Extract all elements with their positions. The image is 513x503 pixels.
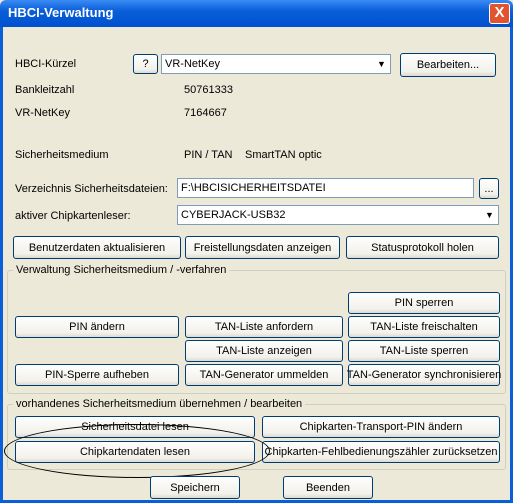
window-title: HBCI-Verwaltung	[8, 5, 114, 20]
tan-request-button[interactable]: TAN-Liste anfordern	[185, 316, 343, 338]
medium-value: PIN / TAN	[184, 149, 233, 161]
highlight-ellipse	[4, 424, 270, 478]
reader-selected-value: CYBERJACK-USB32	[181, 209, 286, 221]
chevron-down-icon[interactable]: ▼	[374, 56, 389, 72]
reader-label: aktiver Chipkartenleser:	[15, 210, 131, 222]
netkey-value: 7164667	[184, 107, 227, 119]
tan-show-button[interactable]: TAN-Liste anzeigen	[185, 340, 343, 362]
dir-label: Verzeichnis Sicherheitsdateien:	[15, 183, 168, 195]
reader-select[interactable]: CYBERJACK-USB32 ▼	[177, 205, 499, 225]
tan-lock-button[interactable]: TAN-Liste sperren	[348, 340, 500, 362]
netkey-label: VR-NetKey	[15, 107, 71, 119]
hbci-select[interactable]: VR-NetKey ▼	[161, 54, 391, 74]
group-existing-medium-title: vorhandenes Sicherheitsmedium übernehmen…	[13, 398, 306, 410]
reset-error-counter-button[interactable]: Chipkarten-Fehlbedienungszähler zurückse…	[262, 441, 500, 463]
blz-value: 50761333	[184, 84, 233, 96]
fetch-status-button[interactable]: Statusprotokoll holen	[346, 236, 499, 259]
group-security-management-title: Verwaltung Sicherheitsmedium / -verfahre…	[13, 264, 230, 276]
browse-button[interactable]: ...	[479, 178, 499, 199]
dir-input[interactable]: F:\HBCISICHERHEITSDATEI	[177, 178, 474, 198]
generator-reregister-button[interactable]: TAN-Generator ummelden	[185, 364, 343, 386]
change-transport-pin-button[interactable]: Chipkarten-Transport-PIN ändern	[262, 416, 500, 438]
medium-extra: SmartTAN optic	[245, 149, 322, 161]
edit-button[interactable]: Bearbeiten...	[400, 53, 496, 77]
chevron-down-icon[interactable]: ▼	[482, 207, 497, 223]
hbci-selected-value: VR-NetKey	[165, 58, 221, 70]
medium-label: Sicherheitsmedium	[15, 149, 109, 161]
close-button[interactable]: X	[489, 3, 510, 24]
hbci-label: HBCI-Kürzel	[15, 58, 77, 70]
blz-label: Bankleitzahl	[15, 84, 75, 96]
update-user-button[interactable]: Benutzerdaten aktualisieren	[13, 236, 181, 259]
close-dialog-button[interactable]: Beenden	[283, 476, 373, 499]
save-button[interactable]: Speichern	[150, 476, 240, 499]
help-button[interactable]: ?	[133, 54, 158, 74]
pin-change-button[interactable]: PIN ändern	[15, 316, 179, 338]
tan-unlock-button[interactable]: TAN-Liste freischalten	[348, 316, 500, 338]
generator-sync-button[interactable]: TAN-Generator synchronisieren	[347, 364, 501, 386]
pin-lock-button[interactable]: PIN sperren	[348, 292, 500, 314]
show-exemption-button[interactable]: Freistellungsdaten anzeigen	[185, 236, 340, 259]
pin-unlock-button[interactable]: PIN-Sperre aufheben	[15, 364, 179, 386]
